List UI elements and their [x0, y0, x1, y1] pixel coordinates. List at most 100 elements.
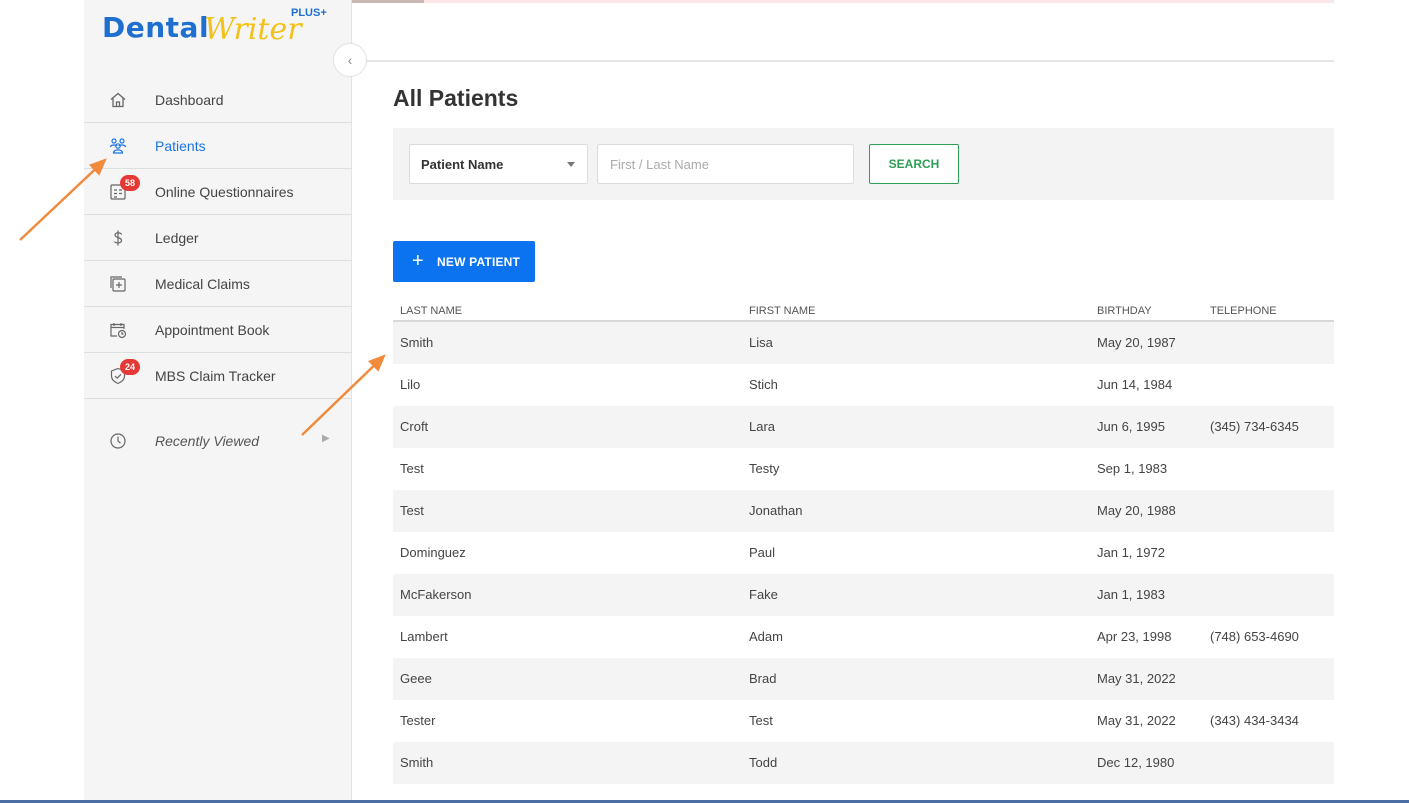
table-row[interactable]: Tester Test May 31, 2022 (343) 434-3434 [393, 700, 1334, 742]
cell-last-name: McFakerson [400, 587, 472, 602]
plus-icon: + [412, 250, 424, 272]
page-title: All Patients [393, 85, 519, 111]
sidebar-nav: Dashboard Patients 58 Online Questionnai… [84, 77, 352, 399]
table-row[interactable]: Smith Todd Dec 12, 1980 [393, 742, 1334, 784]
cell-last-name: Geee [400, 671, 432, 686]
cell-birthday: May 20, 1987 [1097, 335, 1176, 350]
cell-first-name: Jonathan [749, 503, 803, 518]
app-window: Dental Writer PLUS+ Dashboard Patients 5… [84, 0, 1334, 803]
cell-first-name: Stich [749, 377, 778, 392]
cell-birthday: May 31, 2022 [1097, 713, 1176, 728]
logo-writer-text: Writer [204, 12, 302, 47]
cell-first-name: Lara [749, 419, 776, 434]
cell-first-name: Fake [749, 587, 778, 602]
cell-last-name: Test [400, 461, 424, 476]
new-patient-button[interactable]: + NEW PATIENT [393, 241, 535, 282]
users-icon [108, 136, 128, 156]
cell-birthday: Dec 12, 1980 [1097, 755, 1175, 770]
cell-birthday: Jun 6, 1995 [1097, 419, 1165, 434]
sidebar-item-label: Online Questionnaires [155, 183, 294, 200]
sidebar-item-label: Ledger [155, 229, 199, 246]
recently-viewed-label: Recently Viewed [155, 433, 260, 449]
cell-last-name: Lilo [400, 377, 421, 392]
cell-last-name: Tester [400, 713, 436, 728]
cell-first-name: Brad [749, 671, 777, 686]
table-row[interactable]: Lilo Stich Jun 14, 1984 [393, 364, 1334, 406]
table-row[interactable]: Dominguez Paul Jan 1, 1972 [393, 532, 1334, 574]
cell-telephone: (748) 653-4690 [1210, 629, 1299, 644]
table-row[interactable]: Test Jonathan May 20, 1988 [393, 490, 1334, 532]
cell-last-name: Smith [400, 755, 434, 770]
sidebar-item-label: Medical Claims [155, 275, 250, 292]
sidebar: Dental Writer PLUS+ Dashboard Patients 5… [84, 0, 352, 803]
search-input[interactable] [597, 144, 854, 184]
questionnaires-badge: 58 [120, 175, 140, 191]
search-field-select-value: Patient Name [421, 157, 504, 172]
cell-last-name: Test [400, 503, 424, 518]
cell-birthday: May 31, 2022 [1097, 671, 1176, 686]
search-field-select[interactable]: Patient Name [409, 144, 588, 184]
table-row[interactable]: Test Testy Sep 1, 1983 [393, 448, 1334, 490]
cell-last-name: Smith [400, 335, 434, 350]
patients-table: LAST NAME FIRST NAME BIRTHDAY TELEPHONE … [393, 299, 1334, 784]
sidebar-item-label: MBS Claim Tracker [155, 367, 276, 384]
dollar-icon [108, 228, 128, 248]
sidebar-item-ledger[interactable]: Ledger [84, 215, 352, 261]
sidebar-item-label: Dashboard [155, 91, 224, 108]
cell-first-name: Lisa [749, 335, 773, 350]
cell-birthday: Sep 1, 1983 [1097, 461, 1168, 476]
table-row[interactable]: Smith Lisa May 20, 1987 [393, 322, 1334, 364]
collapse-sidebar-button[interactable]: ‹ [333, 43, 367, 77]
table-row[interactable]: McFakerson Fake Jan 1, 1983 [393, 574, 1334, 616]
cell-last-name: Dominguez [400, 545, 466, 560]
sidebar-item-label: Appointment Book [155, 321, 270, 338]
cell-birthday: Jun 14, 1984 [1097, 377, 1173, 392]
column-header-telephone[interactable]: TELEPHONE [1210, 305, 1277, 317]
mbs-claims-badge: 24 [120, 359, 140, 375]
sidebar-item-mbs-claim-tracker[interactable]: 24 MBS Claim Tracker [84, 353, 352, 399]
cell-birthday: Jan 1, 1983 [1097, 587, 1165, 602]
column-header-last-name[interactable]: LAST NAME [400, 305, 462, 317]
main-content: All Patients Patient Name SEARCH + NEW P… [352, 62, 1334, 803]
caret-right-icon: ▶ [322, 433, 330, 444]
table-row[interactable]: Lambert Adam Apr 23, 1998 (748) 653-4690 [393, 616, 1334, 658]
cell-first-name: Test [749, 713, 773, 728]
sidebar-item-label: Patients [155, 137, 206, 154]
recently-viewed[interactable]: Recently Viewed ▶ [84, 425, 352, 457]
table-row[interactable]: Croft Lara Jun 6, 1995 (345) 734-6345 [393, 406, 1334, 448]
calendar-clock-icon [108, 320, 128, 340]
sidebar-item-online-questionnaires[interactable]: 58 Online Questionnaires [84, 169, 352, 215]
cell-birthday: May 20, 1988 [1097, 503, 1176, 518]
table-row[interactable]: Geee Brad May 31, 2022 [393, 658, 1334, 700]
chevron-left-icon: ‹ [347, 52, 353, 68]
medical-claim-icon [108, 274, 128, 294]
logo-dental-text: Dental [102, 11, 210, 44]
logo-plus-text: PLUS+ [291, 7, 327, 19]
column-header-first-name[interactable]: FIRST NAME [749, 305, 815, 317]
sidebar-item-medical-claims[interactable]: Medical Claims [84, 261, 352, 307]
home-icon [108, 90, 128, 110]
logo[interactable]: Dental Writer PLUS+ [102, 6, 342, 50]
table-header: LAST NAME FIRST NAME BIRTHDAY TELEPHONE [393, 299, 1334, 322]
table-body: Smith Lisa May 20, 1987 Lilo Stich Jun 14, 19… [393, 322, 1334, 784]
cell-telephone: (343) 434-3434 [1210, 713, 1299, 728]
cell-first-name: Paul [749, 545, 776, 560]
search-button[interactable]: SEARCH [869, 144, 959, 184]
cell-first-name: Todd [749, 755, 778, 770]
sidebar-item-appointment-book[interactable]: Appointment Book [84, 307, 352, 353]
sidebar-item-patients[interactable]: Patients [84, 123, 352, 169]
cell-telephone: (345) 734-6345 [1210, 419, 1299, 434]
search-bar: Patient Name SEARCH [393, 128, 1334, 200]
caret-down-icon [567, 162, 575, 167]
cell-last-name: Lambert [400, 629, 448, 644]
cell-first-name: Testy [749, 461, 780, 476]
clock-icon [108, 431, 128, 451]
cell-birthday: Apr 23, 1998 [1097, 629, 1172, 644]
new-patient-label: NEW PATIENT [437, 255, 521, 269]
column-header-birthday[interactable]: BIRTHDAY [1097, 305, 1152, 317]
cell-last-name: Croft [400, 419, 429, 434]
cell-birthday: Jan 1, 1972 [1097, 545, 1165, 560]
top-header [352, 3, 1334, 62]
cell-first-name: Adam [749, 629, 783, 644]
sidebar-item-dashboard[interactable]: Dashboard [84, 77, 352, 123]
